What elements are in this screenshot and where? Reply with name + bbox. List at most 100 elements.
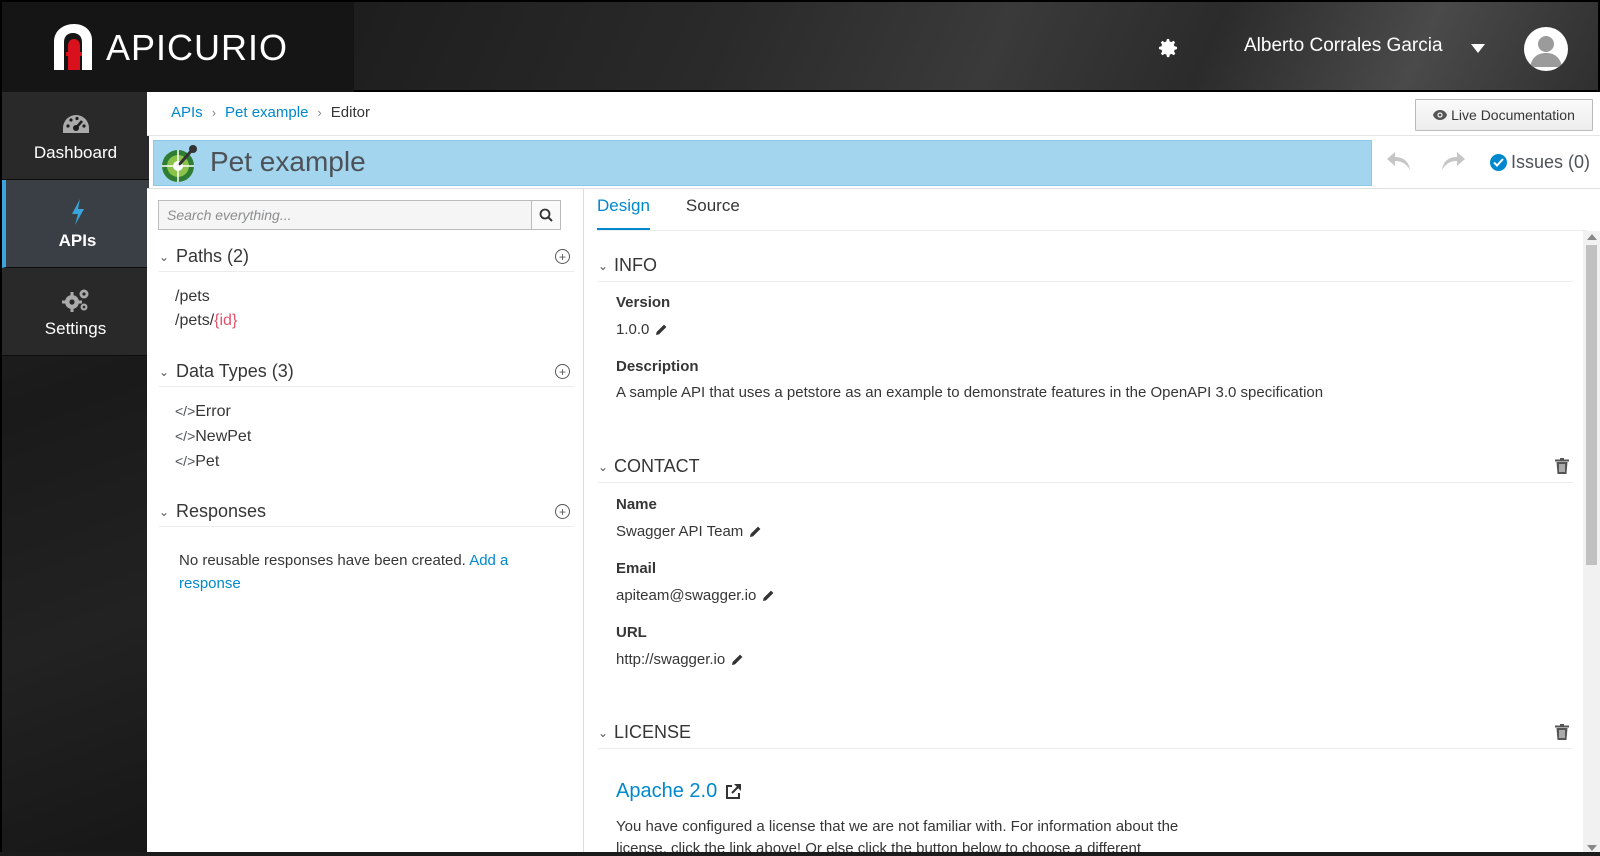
trash-icon[interactable] bbox=[1555, 724, 1569, 745]
path-item[interactable]: /pets/{id} bbox=[175, 312, 237, 330]
scroll-down-icon[interactable] bbox=[1587, 845, 1597, 851]
version-value[interactable]: 1.0.0 bbox=[616, 321, 668, 338]
contact-heading: CONTACT bbox=[614, 456, 700, 476]
nav-item-dashboard[interactable]: Dashboard bbox=[2, 92, 149, 180]
breadcrumb: APIs › Pet example › Editor bbox=[171, 104, 370, 121]
nav-label-settings: Settings bbox=[44, 318, 107, 338]
search-icon bbox=[539, 208, 553, 222]
issues-indicator[interactable]: Issues (0) bbox=[1490, 152, 1590, 173]
page-title: Pet example bbox=[210, 146, 366, 177]
divider bbox=[597, 230, 1587, 231]
bolt-icon bbox=[70, 197, 86, 227]
add-response-icon[interactable]: + bbox=[555, 504, 570, 519]
redo-icon[interactable] bbox=[1440, 150, 1466, 176]
path-param: {id} bbox=[214, 312, 238, 329]
cogs-icon bbox=[61, 285, 91, 315]
license-note: You have configured a license that we ar… bbox=[616, 818, 1179, 856]
code-icon: </> bbox=[175, 403, 196, 419]
chevron-down-icon[interactable]: ⌄ bbox=[159, 250, 173, 264]
code-icon: </> bbox=[175, 453, 196, 469]
responses-heading: Responses bbox=[176, 501, 267, 521]
external-link-icon bbox=[726, 784, 742, 799]
chevron-right-icon: › bbox=[211, 105, 217, 120]
data-type-item[interactable]: </>NewPet bbox=[175, 428, 251, 446]
add-path-icon[interactable]: + bbox=[555, 249, 570, 264]
contact-email-value[interactable]: apiteam@swagger.io bbox=[616, 587, 775, 604]
editor-tabs: Design Source bbox=[597, 196, 776, 230]
pencil-icon[interactable] bbox=[762, 589, 775, 602]
breadcrumb-current: Editor bbox=[330, 104, 370, 121]
user-avatar[interactable] bbox=[1524, 27, 1568, 71]
pencil-icon[interactable] bbox=[749, 525, 762, 538]
eye-icon bbox=[1433, 110, 1448, 120]
gear-icon[interactable] bbox=[1156, 36, 1180, 60]
undo-icon[interactable] bbox=[1386, 150, 1412, 176]
api-title-bar: Pet example bbox=[153, 140, 1372, 186]
scrollbar[interactable] bbox=[1583, 231, 1600, 856]
contact-url-value[interactable]: http://swagger.io bbox=[616, 651, 744, 668]
nav-item-apis[interactable]: APIs bbox=[2, 180, 149, 268]
search-box[interactable]: Search everything... bbox=[158, 200, 561, 230]
license-link[interactable]: Apache 2.0 bbox=[616, 780, 742, 803]
section-data-types[interactable]: ⌄ Data Types (3) + bbox=[159, 357, 574, 387]
tab-source[interactable]: Source bbox=[686, 196, 740, 230]
trash-icon[interactable] bbox=[1555, 458, 1569, 479]
nav-label-apis: APIs bbox=[58, 230, 97, 250]
breadcrumb-bar: APIs › Pet example › Editor bbox=[147, 92, 1600, 136]
nav-item-settings[interactable]: Settings bbox=[2, 268, 149, 356]
live-documentation-button[interactable]: Live Documentation bbox=[1415, 99, 1593, 131]
scroll-up-icon[interactable] bbox=[1587, 234, 1597, 240]
contact-name-label: Name bbox=[616, 496, 657, 513]
search-input[interactable]: Search everything... bbox=[167, 207, 292, 223]
chevron-down-icon[interactable]: ⌄ bbox=[598, 726, 614, 740]
data-type-item[interactable]: </>Error bbox=[175, 403, 231, 421]
responses-empty-message: No reusable responses have been created.… bbox=[179, 552, 509, 592]
tab-design[interactable]: Design bbox=[597, 196, 650, 230]
breadcrumb-pet-example[interactable]: Pet example bbox=[225, 104, 308, 121]
user-menu-label[interactable]: Alberto Corrales Garcia bbox=[1244, 35, 1443, 57]
chevron-down-icon[interactable]: ⌄ bbox=[159, 365, 173, 379]
live-documentation-label: Live Documentation bbox=[1451, 107, 1575, 123]
path-item[interactable]: /pets bbox=[175, 288, 210, 306]
description-label: Description bbox=[616, 358, 699, 375]
code-icon: </> bbox=[175, 428, 196, 444]
app-name: APICURIO bbox=[106, 27, 289, 68]
contact-name-value[interactable]: Swagger API Team bbox=[616, 523, 762, 540]
section-license[interactable]: ⌄ LICENSE bbox=[598, 717, 1573, 749]
chevron-down-icon[interactable]: ⌄ bbox=[598, 460, 614, 474]
data-types-heading: Data Types (3) bbox=[176, 361, 294, 381]
license-heading: LICENSE bbox=[614, 722, 692, 742]
app-logo[interactable]: APICURIO bbox=[46, 22, 288, 74]
dashboard-icon bbox=[61, 109, 91, 139]
top-header: APICURIO Alberto Corrales Garcia bbox=[0, 0, 1600, 94]
info-heading: INFO bbox=[614, 255, 657, 275]
side-nav: Dashboard APIs Settings bbox=[0, 92, 149, 856]
pencil-icon[interactable] bbox=[655, 323, 668, 336]
contact-email-label: Email bbox=[616, 560, 657, 577]
chevron-right-icon: › bbox=[317, 105, 322, 120]
window-edge bbox=[0, 852, 1600, 856]
pencil-icon[interactable] bbox=[731, 653, 744, 666]
avatar-icon bbox=[1530, 36, 1562, 67]
search-button[interactable] bbox=[531, 200, 561, 230]
section-responses[interactable]: ⌄ Responses + bbox=[159, 497, 574, 527]
caret-down-icon[interactable] bbox=[1471, 44, 1485, 53]
description-value[interactable]: A sample API that uses a petstore as an … bbox=[616, 384, 1323, 401]
version-label: Version bbox=[616, 294, 671, 311]
add-data-type-icon[interactable]: + bbox=[555, 364, 570, 379]
contact-url-label: URL bbox=[616, 624, 647, 641]
check-circle-icon bbox=[1490, 154, 1507, 171]
scrollbar-thumb[interactable] bbox=[1586, 245, 1597, 565]
chevron-down-icon[interactable]: ⌄ bbox=[159, 505, 173, 519]
openapi-icon bbox=[162, 145, 197, 182]
issues-label: Issues (0) bbox=[1511, 152, 1591, 172]
data-type-item[interactable]: </>Pet bbox=[175, 453, 219, 471]
outline-panel: Search everything... ⌄ Paths (2) + /pets… bbox=[147, 189, 584, 856]
breadcrumb-apis[interactable]: APIs bbox=[171, 104, 203, 121]
section-contact[interactable]: ⌄ CONTACT bbox=[598, 451, 1573, 483]
paths-heading: Paths (2) bbox=[176, 246, 250, 266]
nav-label-dashboard: Dashboard bbox=[33, 142, 118, 162]
chevron-down-icon[interactable]: ⌄ bbox=[598, 259, 614, 273]
section-paths[interactable]: ⌄ Paths (2) + bbox=[159, 242, 574, 272]
section-info[interactable]: ⌄ INFO bbox=[598, 250, 1573, 282]
